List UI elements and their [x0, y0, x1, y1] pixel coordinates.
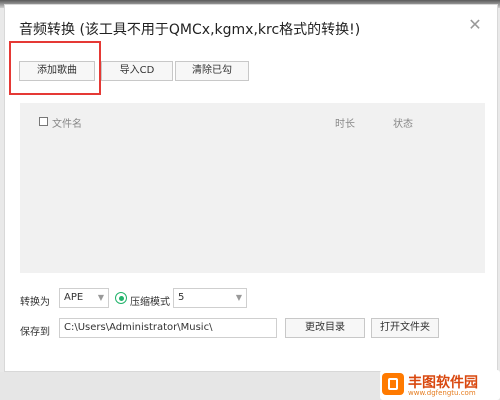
watermark-url: www.dgfengtu.com — [408, 389, 476, 397]
chevron-down-icon: ▼ — [97, 293, 104, 302]
open-folder-button[interactable]: 打开文件夹 — [371, 318, 439, 338]
audio-convert-dialog: 音频转换 (该工具不用于QMCx,kgmx,krc格式的转换!) ✕ 添加歌曲 … — [4, 4, 498, 372]
chevron-down-icon: ▼ — [235, 293, 242, 302]
column-duration: 时长 — [335, 119, 355, 130]
column-status: 状态 — [393, 119, 413, 130]
format-select[interactable]: APE ▼ — [59, 288, 109, 308]
file-list[interactable]: 文件名 时长 状态 — [20, 103, 485, 273]
select-all-checkbox[interactable] — [39, 117, 48, 126]
convert-to-label: 转换为 — [20, 297, 50, 308]
watermark: 丰图软件园 www.dgfengtu.com — [380, 370, 500, 400]
compress-mode-label: 压缩模式 — [130, 297, 170, 308]
add-song-button[interactable]: 添加歌曲 — [19, 61, 95, 81]
import-cd-button[interactable]: 导入CD — [101, 61, 173, 81]
save-path-input[interactable]: C:\Users\Administrator\Music\ — [59, 318, 277, 338]
dialog-title: 音频转换 (该工具不用于QMCx,kgmx,krc格式的转换!) — [19, 22, 361, 38]
compress-level-value: 5 — [178, 292, 185, 303]
compress-mode-radio[interactable] — [115, 292, 127, 304]
format-value: APE — [64, 292, 84, 303]
save-to-label: 保存到 — [20, 327, 50, 338]
compress-level-select[interactable]: 5 ▼ — [173, 288, 247, 308]
change-directory-button[interactable]: 更改目录 — [285, 318, 365, 338]
column-filename: 文件名 — [52, 119, 82, 130]
clear-checked-button[interactable]: 清除已勾 — [175, 61, 249, 81]
watermark-logo-icon — [382, 373, 404, 395]
close-icon[interactable]: ✕ — [467, 17, 483, 33]
